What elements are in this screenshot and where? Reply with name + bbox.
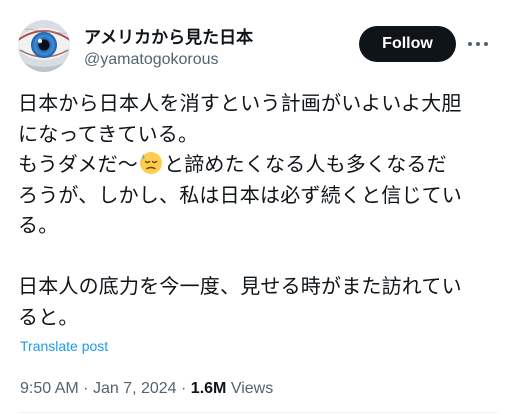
divider bbox=[18, 412, 498, 413]
more-dot bbox=[484, 42, 488, 46]
eye-avatar-icon bbox=[18, 20, 70, 72]
more-dot bbox=[476, 42, 480, 46]
post-line: る。 bbox=[18, 213, 59, 237]
meta-separator: · bbox=[181, 380, 187, 397]
avatar[interactable] bbox=[18, 20, 70, 72]
post-line: 日本から日本人を消すという計画がいよいよ大胆 bbox=[18, 91, 462, 115]
views-count: 1.6M bbox=[190, 380, 227, 397]
follow-button[interactable]: Follow bbox=[359, 26, 456, 62]
author-handle[interactable]: @yamatogokorous bbox=[84, 51, 219, 69]
post-line-part: と諦めたくなる人も多くなるだ bbox=[164, 152, 447, 176]
post-text: 日本から日本人を消すという計画がいよいよ大胆 になってきている。 もうダメだ〜 … bbox=[18, 88, 498, 332]
translate-post-link[interactable]: Translate post bbox=[20, 338, 108, 354]
post-date[interactable]: Jan 7, 2024 bbox=[93, 380, 177, 397]
meta-separator: · bbox=[83, 380, 89, 397]
more-options-icon[interactable] bbox=[468, 34, 488, 54]
post-line-part: もうダメだ〜 bbox=[18, 152, 138, 176]
views-label: Views bbox=[230, 380, 274, 397]
downcast-face-with-sweat-icon bbox=[140, 152, 162, 174]
post-line: 日本人の底力を今一度、見せる時がまた訪れてい bbox=[18, 274, 462, 298]
post-meta: 9:50 AM · Jan 7, 2024 · 1.6M Views bbox=[20, 380, 273, 398]
author-display-name[interactable]: アメリカから見た日本 bbox=[84, 23, 253, 48]
post-line: になってきている。 bbox=[18, 121, 199, 146]
post-line: ると。 bbox=[18, 304, 79, 329]
more-dot bbox=[468, 42, 472, 46]
post-line-with-emoji: もうダメだ〜 と諦めたくなる人も多くなるだ bbox=[18, 149, 498, 180]
post-time[interactable]: 9:50 AM bbox=[20, 380, 79, 397]
post-line: ろうが、しかし、私は日本は必ず続くと信じてい bbox=[18, 182, 462, 207]
